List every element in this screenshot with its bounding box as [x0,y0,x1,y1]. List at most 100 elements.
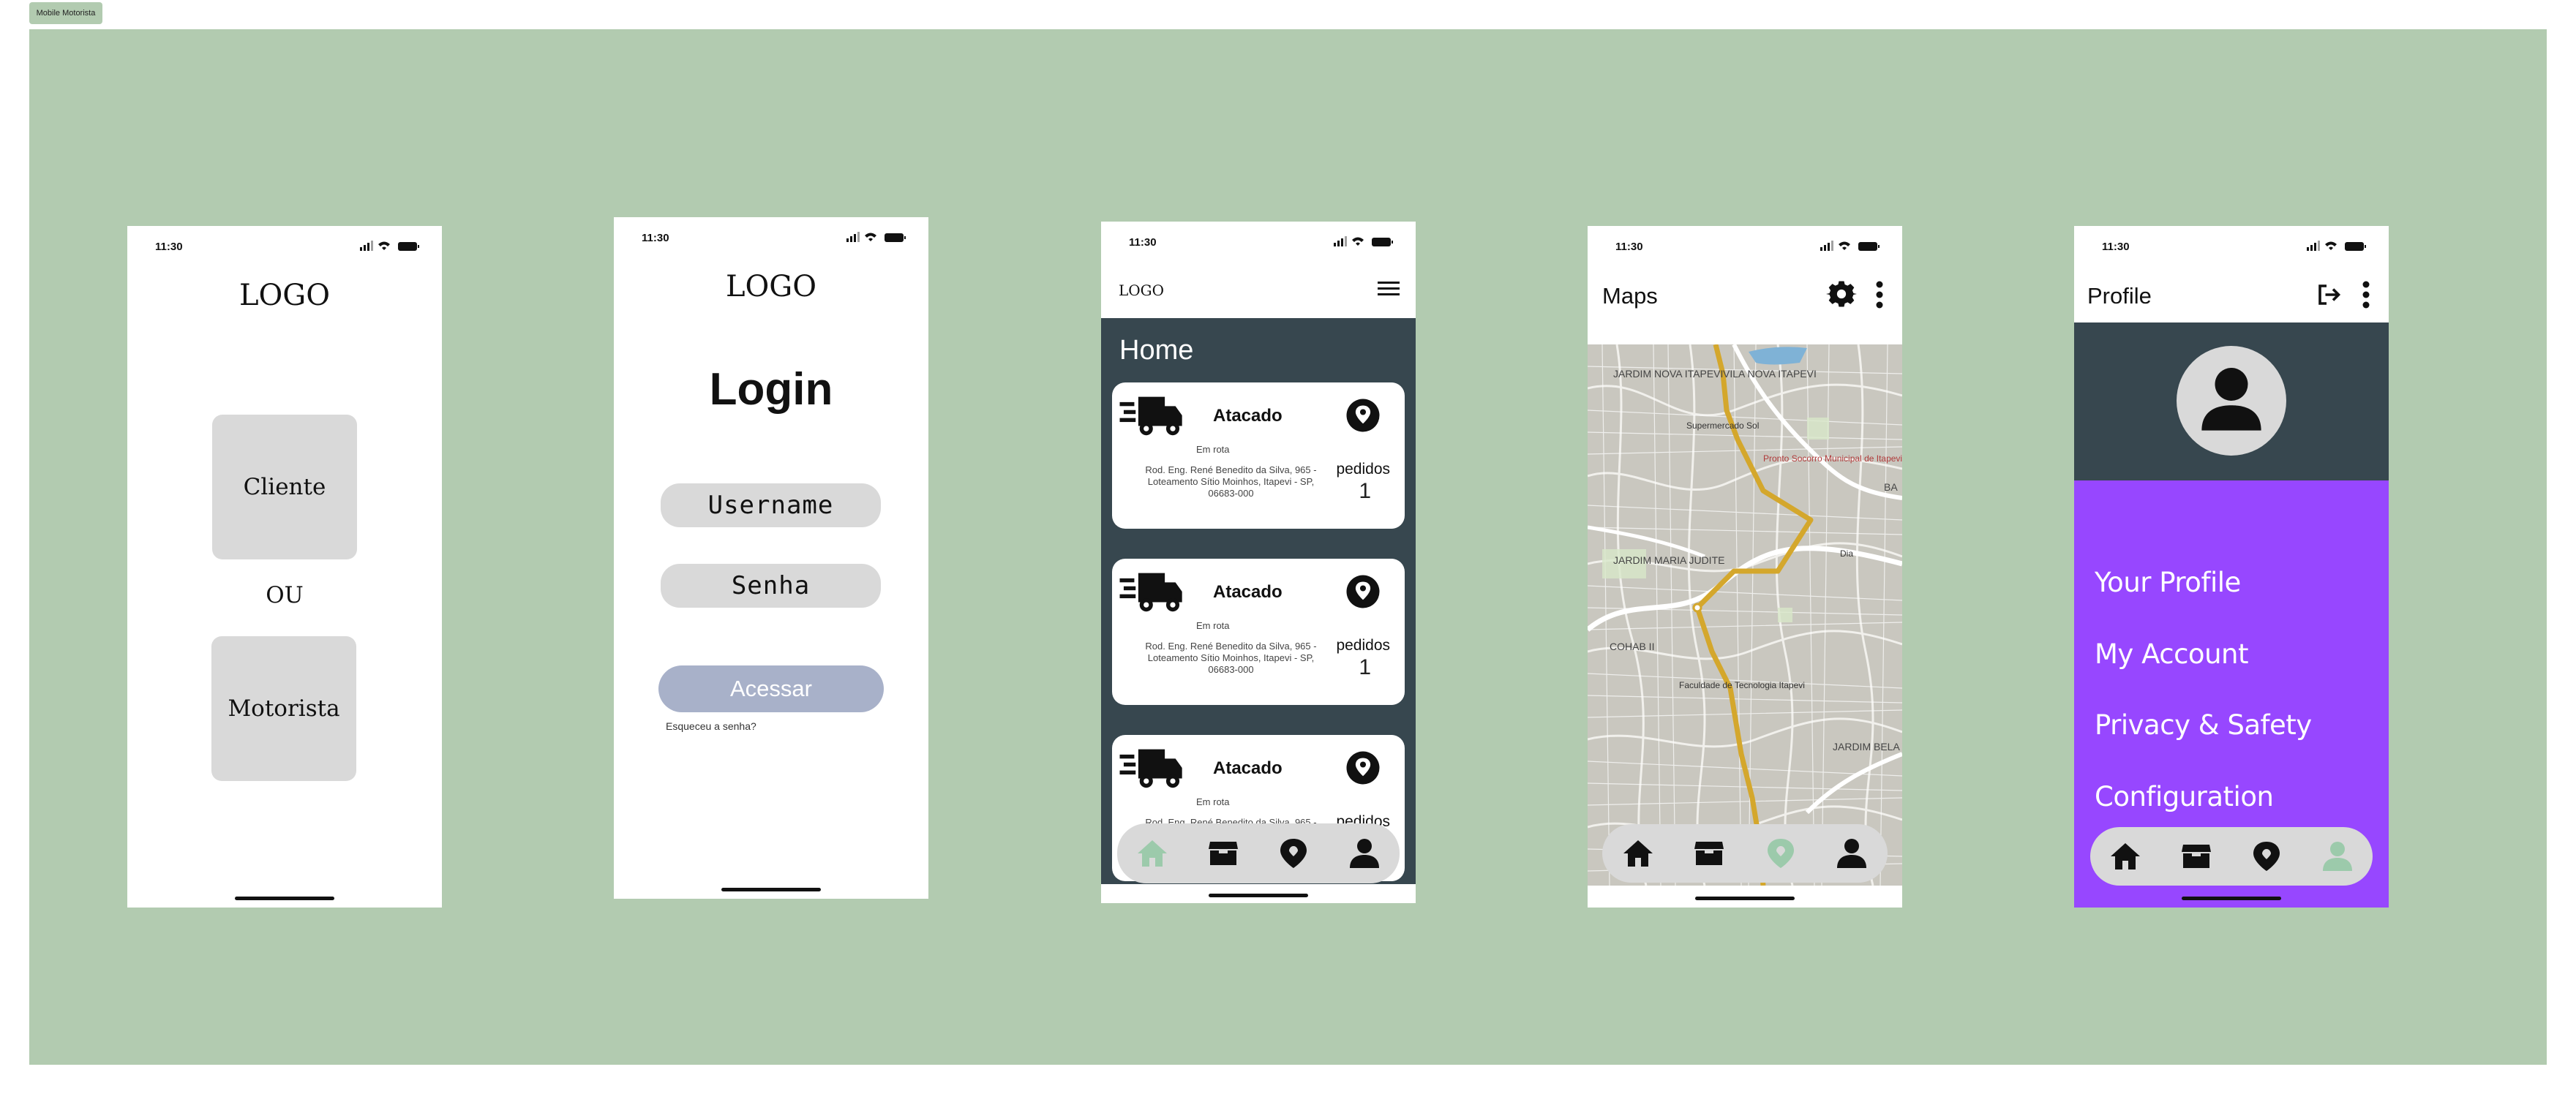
map-label: JARDIM NOVA ITAPEVI [1613,368,1723,380]
status-time: 11:30 [642,232,669,244]
profile-header [2074,322,2389,480]
card-address: Rod. Eng. René Benedito da Silva, 965 - … [1145,464,1317,499]
status-time: 11:30 [1615,241,1643,253]
more-vert-icon[interactable] [2362,280,2370,309]
menu-privacy-safety[interactable]: Privacy & Safety [2095,709,2312,741]
card-title: Atacado [1213,582,1283,602]
user-icon [2201,368,2261,431]
screen-maps: 11:30 Maps JARDIM NOVA ITAPEVI VILA NOVA… [1588,226,1902,908]
map-label: Dia [1840,548,1853,559]
map-label: Pronto Socorro Municipal de Itapevi [1763,453,1902,464]
bottom-tab-bar [2090,827,2373,886]
motorista-button[interactable]: Motorista [211,636,356,781]
box-icon[interactable] [2179,839,2214,874]
acessar-button[interactable]: Acessar [658,665,884,712]
status-time: 11:30 [155,241,183,253]
menu-your-profile[interactable]: Your Profile [2095,567,2241,598]
delivery-card[interactable]: Atacado Em rota Rod. Eng. René Benedito … [1112,382,1405,529]
location-pin-icon[interactable] [1343,572,1383,611]
user-icon[interactable] [1834,836,1869,871]
card-status: Em rota [1196,444,1230,455]
avatar[interactable] [2177,346,2286,456]
truck-icon [1119,747,1184,789]
card-status: Em rota [1196,796,1230,807]
status-time: 11:30 [1129,236,1157,249]
pedidos-label: pedidos [1336,461,1390,478]
gear-icon[interactable] [1826,279,1857,309]
map-view[interactable]: JARDIM NOVA ITAPEVI VILA NOVA ITAPEVI Su… [1588,344,1902,886]
frame-label: Mobile Motorista [29,2,102,24]
box-icon[interactable] [1206,836,1241,871]
more-vert-icon[interactable] [1875,280,1884,309]
username-field[interactable]: Username [661,483,881,527]
bottom-tab-bar [1117,823,1400,883]
delivery-card[interactable]: Atacado Em rota Rod. Eng. René Benedito … [1112,559,1405,705]
location-pin-icon[interactable] [1343,748,1383,788]
map-label: JARDIM MARIA JUDITE [1613,554,1724,566]
status-bar: 11:30 [1101,222,1416,263]
page-title: Home [1119,335,1194,366]
map-label: BA [1884,481,1898,493]
pedidos-label: pedidos [1336,637,1390,654]
logo: LOGO [239,279,331,312]
logout-icon[interactable] [2316,282,2342,308]
page-title: Profile [2087,283,2152,309]
map-label: Supermercado Sol [1686,420,1759,431]
menu-configuration[interactable]: Configuration [2095,781,2274,812]
home-indicator [235,897,334,900]
menu-my-account[interactable]: My Account [2095,638,2248,670]
ou-label: OU [266,582,304,608]
home-icon[interactable] [1621,836,1656,871]
location-pin-icon[interactable] [2249,839,2284,874]
home-indicator [721,888,821,891]
page-title: Maps [1602,283,1658,309]
hamburger-icon[interactable] [1378,280,1400,298]
design-canvas: 11:30 LOGO Cliente OU Motorista 11:30 LO… [29,29,2547,1065]
user-icon[interactable] [2320,839,2355,874]
page-title: Login [709,364,833,415]
status-bar: 11:30 [614,217,928,258]
status-bar: 11:30 [1588,226,1902,267]
screen-profile: 11:30 Profile Your Profile My Account Pr… [2074,226,2389,908]
location-pin-icon[interactable] [1763,836,1798,871]
card-status: Em rota [1196,620,1230,631]
status-icons [1334,235,1400,249]
bottom-tab-bar [1602,824,1888,883]
box-icon[interactable] [1691,836,1727,871]
status-icons [360,239,426,254]
truck-icon [1119,394,1184,437]
card-address: Rod. Eng. René Benedito da Silva, 965 - … [1145,641,1317,675]
app-header: 11:30 LOGO [1101,222,1416,318]
pedidos-count: 1 [1359,655,1371,679]
map-label: COHAB II [1610,641,1654,652]
card-title: Atacado [1213,406,1283,426]
home-indicator [1695,897,1795,900]
pedidos-count: 1 [1359,479,1371,503]
screen-login: 11:30 LOGO Login Username Senha Acessar … [614,217,928,899]
status-icons [2307,239,2373,254]
map-label: Faculdade de Tecnologia Itapevi [1679,680,1805,690]
card-title: Atacado [1213,758,1283,778]
home-indicator [2182,897,2281,900]
status-icons [1820,239,1886,254]
screen-home: 11:30 LOGO Home Atacado Em rota Rod. Eng… [1101,222,1416,903]
home-icon[interactable] [2108,839,2143,874]
status-bar: 11:30 [127,226,442,267]
cliente-button[interactable]: Cliente [212,415,357,559]
user-icon[interactable] [1347,836,1382,871]
password-field[interactable]: Senha [661,564,881,608]
home-icon[interactable] [1135,836,1170,871]
home-indicator [1209,894,1308,897]
forgot-password-link[interactable]: Esqueceu a senha? [666,720,756,732]
logo: LOGO [725,270,817,303]
status-time: 11:30 [2102,241,2130,253]
location-pin-icon[interactable] [1276,836,1311,871]
truck-icon [1119,570,1184,613]
logo: LOGO [1119,282,1165,299]
map-label: JARDIM BELA VISTA [1833,741,1902,752]
location-pin-icon[interactable] [1343,396,1383,435]
screen-select-role: 11:30 LOGO Cliente OU Motorista [127,226,442,908]
status-bar: 11:30 [2074,226,2389,267]
status-icons [846,230,912,245]
map-label: VILA NOVA ITAPEVI [1723,368,1817,380]
